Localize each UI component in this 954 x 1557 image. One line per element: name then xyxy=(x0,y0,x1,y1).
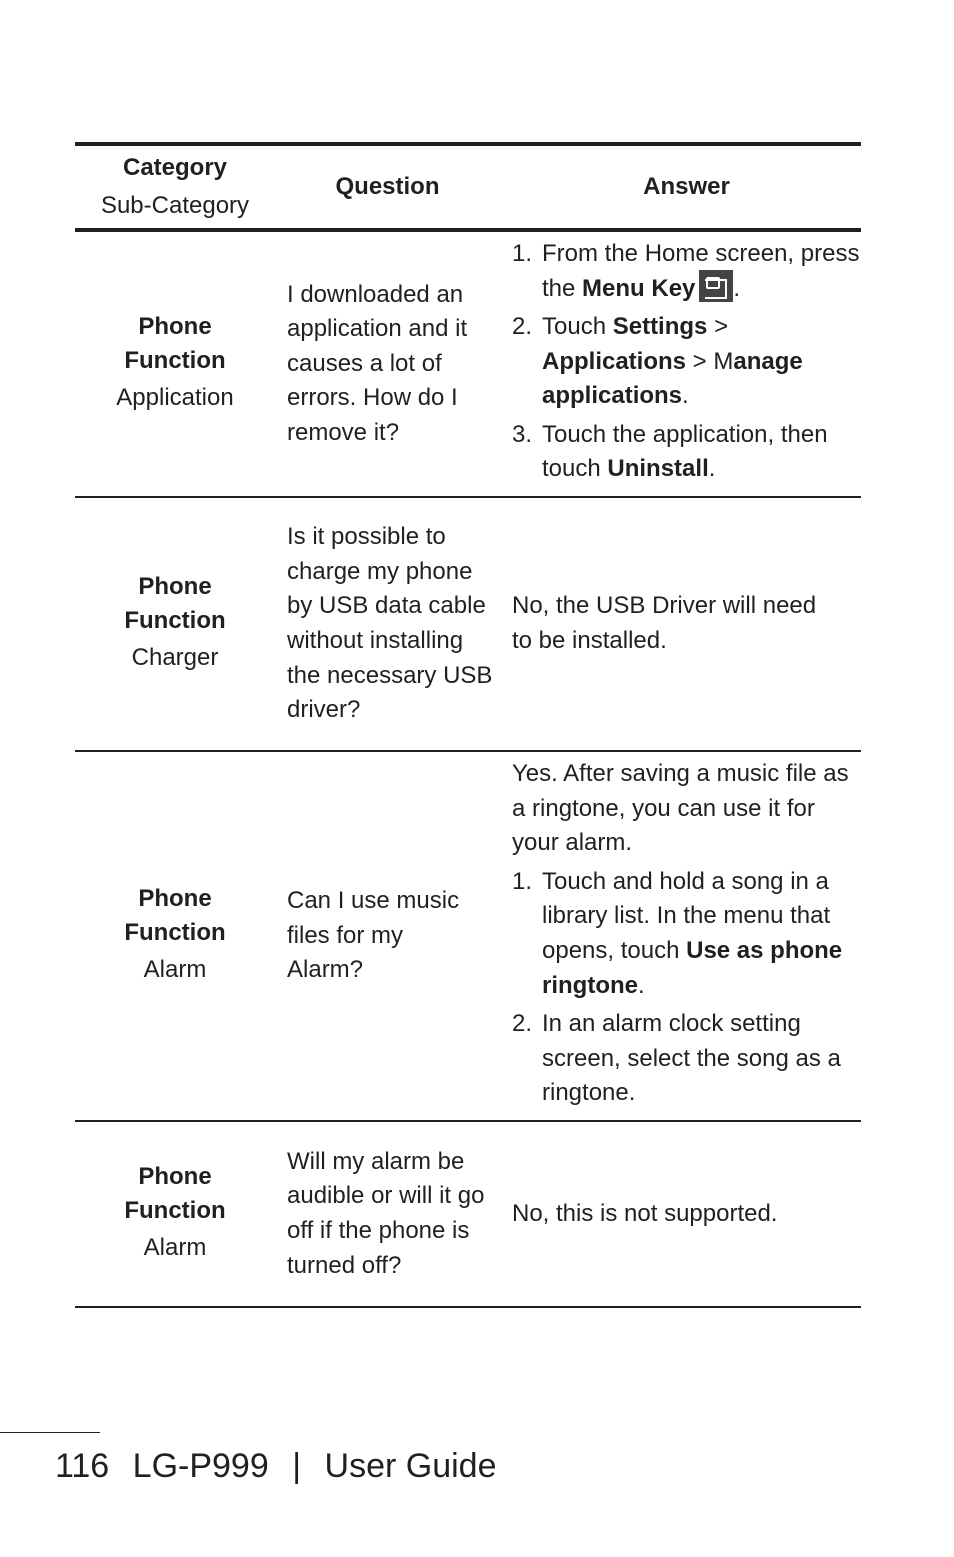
row-question: Will my alarm be audible or will it go o… xyxy=(287,1147,485,1279)
answer-step: 3. Touch the application, then touch Uni… xyxy=(512,420,828,483)
row-category: Phone Function xyxy=(124,313,226,374)
answer-intro: Yes. After saving a music file as a ring… xyxy=(512,760,849,857)
table-header: Category Sub-Category Question Answer xyxy=(75,142,861,232)
row-category: Phone Function xyxy=(124,1163,226,1224)
row-answer: 1. From the Home screen, press the Menu … xyxy=(500,232,861,496)
header-answer: Answer xyxy=(643,173,730,200)
row-sub-category: Charger xyxy=(131,644,219,671)
footer-rule xyxy=(0,1432,100,1433)
row-question: I downloaded an application and it cause… xyxy=(287,280,468,446)
row-answer: No, the USB Driver will need to be insta… xyxy=(512,592,817,654)
answer-step: 2. In an alarm clock setting screen, sel… xyxy=(512,1010,841,1107)
row-sub-category: Alarm xyxy=(143,956,207,983)
header-question: Question xyxy=(335,173,440,200)
row-answer: Yes. After saving a music file as a ring… xyxy=(500,752,861,1120)
row-category: Phone Function xyxy=(124,885,226,946)
guide-title: User Guide xyxy=(324,1447,497,1485)
answer-step: 1. From the Home screen, press the Menu … xyxy=(512,239,860,303)
header-sub-category: Sub-Category xyxy=(100,192,250,219)
footer-separator: | xyxy=(292,1447,302,1485)
row-answer: No, this is not supported. xyxy=(512,1199,778,1227)
answer-step: 2. Touch Settings > Applications > Manag… xyxy=(512,313,803,410)
answer-step: 1. Touch and hold a song in a library li… xyxy=(512,867,843,999)
faq-table: Category Sub-Category Question Answer Ph… xyxy=(75,142,861,1308)
menu-key-icon xyxy=(699,270,734,303)
row-sub-category: Application xyxy=(116,384,234,411)
table-row: Phone Function Charger Is it possible to… xyxy=(75,498,861,752)
table-row: Phone Function Alarm Can I use music fil… xyxy=(75,752,861,1122)
header-category: Category xyxy=(122,154,228,181)
row-sub-category: Alarm xyxy=(143,1234,207,1261)
page-number: 116 xyxy=(55,1447,110,1485)
row-category: Phone Function xyxy=(124,573,226,634)
table-row: Phone Function Application I downloaded … xyxy=(75,232,861,498)
page-footer: 116 LG-P999 | User Guide xyxy=(55,1447,510,1486)
model-name: LG-P999 xyxy=(132,1447,269,1485)
row-question: Can I use music files for my Alarm? xyxy=(287,887,460,984)
row-question: Is it possible to charge my phone by USB… xyxy=(287,523,493,724)
table-row: Phone Function Alarm Will my alarm be au… xyxy=(75,1122,861,1308)
